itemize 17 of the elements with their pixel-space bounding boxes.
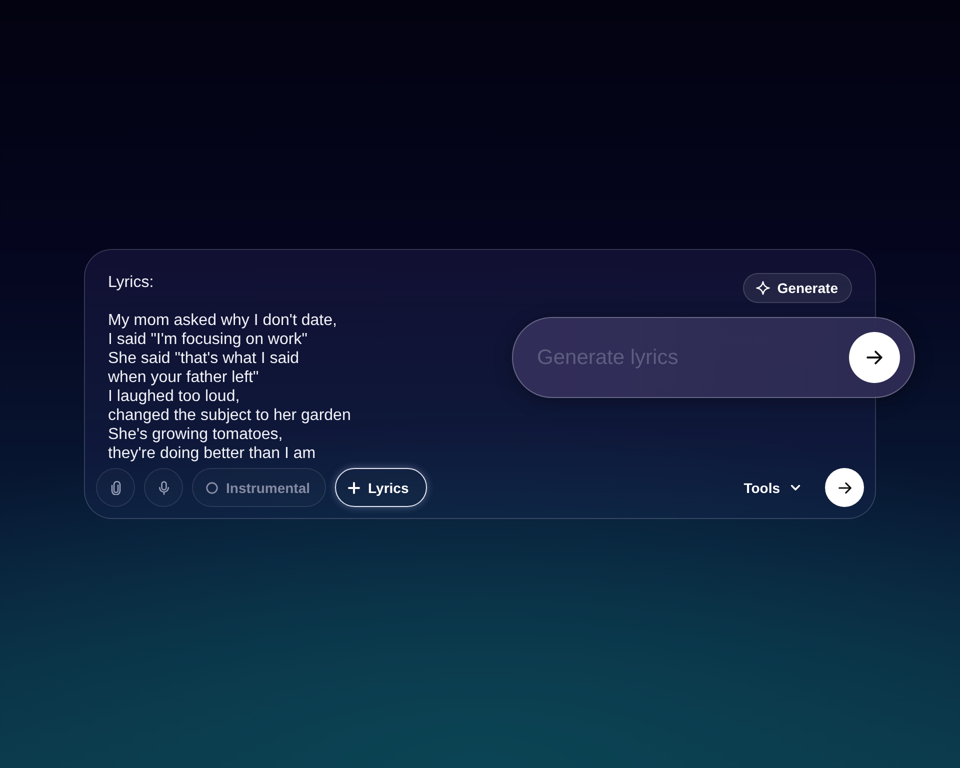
microphone-icon <box>156 480 170 494</box>
microphone-button[interactable] <box>144 468 183 507</box>
arrow-right-icon <box>866 349 883 366</box>
generate-button[interactable]: Generate <box>743 273 852 303</box>
chevron-down-icon <box>790 482 801 493</box>
plus-icon <box>348 482 360 494</box>
circle-icon <box>206 482 218 494</box>
send-button[interactable] <box>825 468 864 507</box>
lyrics-text-field[interactable]: Lyrics: My mom asked why I don't date, I said "I'm focusing on work" She said "that's what I said when your father left" I laughed too loud, changed the subject to her garden She's growing tomatoes, they're doing better than I am <box>108 273 488 463</box>
paperclip-icon <box>108 480 122 494</box>
attach-button[interactable] <box>96 468 135 507</box>
sparkle-icon <box>756 281 770 295</box>
add-lyrics-toggle[interactable]: Lyrics <box>335 468 427 507</box>
arrow-right-icon <box>838 480 852 494</box>
instrumental-toggle[interactable]: Instrumental <box>192 468 326 507</box>
submit-button[interactable] <box>849 332 900 383</box>
tools-menu-button[interactable]: Tools <box>744 480 801 496</box>
